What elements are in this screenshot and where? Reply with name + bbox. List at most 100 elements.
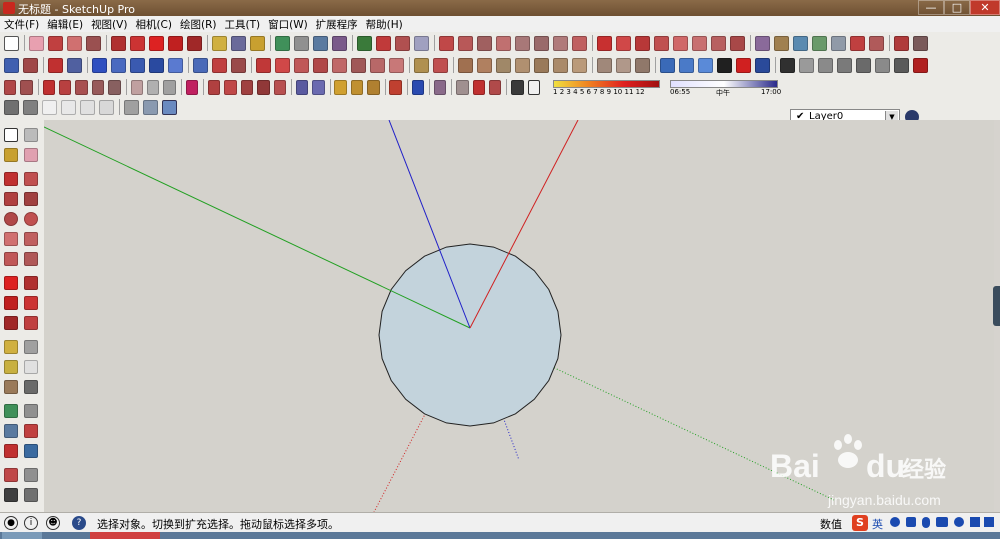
texture-c-icon[interactable] — [635, 57, 650, 73]
edge-tool-e-icon[interactable] — [168, 57, 183, 73]
sandbox-icon[interactable] — [439, 35, 454, 51]
special-c-icon[interactable] — [433, 79, 447, 95]
roof-tool-b-icon[interactable] — [275, 57, 290, 73]
box-c-icon[interactable] — [367, 79, 380, 95]
special-b-icon[interactable] — [411, 79, 425, 95]
circle-icon[interactable] — [4, 212, 18, 226]
menu-camera[interactable]: 相机(C) — [131, 17, 176, 32]
help-icon[interactable]: ? — [72, 516, 86, 530]
text-icon[interactable] — [24, 360, 38, 374]
face-tool-b-icon[interactable] — [477, 57, 492, 73]
zoom-window-icon[interactable] — [24, 424, 38, 438]
style-textured-icon[interactable] — [108, 79, 121, 95]
geo-location-icon[interactable]: ● — [4, 516, 18, 530]
fog-icon[interactable] — [527, 79, 540, 95]
move-icon[interactable] — [149, 35, 164, 51]
punctuation-icon[interactable] — [906, 517, 916, 527]
section-cut-icon[interactable] — [812, 35, 827, 51]
walk-icon[interactable] — [850, 35, 865, 51]
paint-bucket-icon[interactable] — [250, 35, 265, 51]
dimension-icon[interactable] — [24, 340, 38, 354]
edge-tool-d-icon[interactable] — [149, 57, 164, 73]
camera-standard-a-icon[interactable] — [4, 99, 19, 115]
smoove-icon[interactable] — [477, 35, 492, 51]
shadow-time-slider[interactable]: 06:55 中午 17:00 — [670, 79, 781, 97]
orbit-icon[interactable] — [4, 404, 18, 418]
text-icon[interactable] — [231, 35, 246, 51]
zoom-icon[interactable] — [4, 424, 18, 438]
layer-tool-a-icon[interactable] — [207, 79, 221, 95]
section-plane-icon[interactable] — [24, 488, 38, 502]
stair-icon[interactable] — [414, 57, 429, 73]
style-wire-icon[interactable] — [59, 79, 72, 95]
follow-me-icon[interactable] — [24, 296, 38, 310]
freehand-icon[interactable] — [24, 172, 38, 186]
extrude-icon[interactable] — [48, 57, 63, 73]
previous-view-icon[interactable] — [24, 444, 38, 458]
style-hidden-icon[interactable] — [75, 79, 88, 95]
arc-icon[interactable] — [4, 232, 18, 246]
share-model-icon[interactable] — [395, 35, 410, 51]
group-a-icon[interactable] — [295, 79, 309, 95]
3d-text-icon[interactable] — [24, 380, 38, 394]
user-icon[interactable]: ☻ — [46, 516, 60, 530]
style-shaded-icon[interactable] — [91, 79, 105, 95]
select-tool-icon[interactable] — [4, 35, 19, 51]
panel-tray-handle[interactable] — [993, 286, 1000, 326]
keyboard-icon[interactable] — [936, 517, 948, 527]
start-button[interactable] — [2, 532, 42, 539]
texture-a-icon[interactable] — [597, 57, 612, 73]
stop-icon[interactable] — [736, 57, 751, 73]
roof-tool-g-icon[interactable] — [370, 57, 385, 73]
menu-draw[interactable]: 绘图(R) — [176, 17, 221, 32]
plugin-b-icon[interactable] — [913, 35, 928, 51]
menu-extensions[interactable]: 扩展程序 — [312, 17, 362, 32]
pan-icon[interactable] — [294, 35, 309, 51]
sogou-ime-icon[interactable]: S — [852, 515, 868, 531]
sandbox-extra-icon[interactable] — [572, 35, 587, 51]
scale-icon[interactable] — [187, 35, 202, 51]
three-point-arc-icon[interactable] — [4, 252, 18, 266]
layer-tool-b-icon[interactable] — [224, 79, 237, 95]
draw-polygon-extra-icon[interactable] — [654, 35, 669, 51]
curve-icon[interactable] — [67, 57, 82, 73]
face-tool-a-icon[interactable] — [458, 57, 473, 73]
style-back-edges-icon[interactable] — [146, 79, 160, 95]
special-a-icon[interactable] — [389, 79, 402, 95]
warehouse-icon[interactable] — [357, 35, 372, 51]
eraser-icon[interactable] — [24, 148, 38, 162]
select-icon[interactable] — [4, 128, 18, 142]
pencil-icon[interactable] — [48, 35, 63, 51]
protractor-icon[interactable] — [4, 360, 18, 374]
box-a-icon[interactable] — [334, 79, 347, 95]
render-g-icon[interactable] — [894, 57, 909, 73]
viewport-canvas[interactable] — [44, 120, 994, 512]
line-icon[interactable] — [4, 172, 18, 186]
mirror-icon[interactable] — [193, 57, 208, 73]
taskbar-sketchup-item[interactable] — [90, 532, 160, 539]
draw-arc-extra-icon[interactable] — [692, 35, 707, 51]
skin-icon[interactable] — [970, 517, 980, 527]
sub-icon[interactable] — [698, 57, 713, 73]
position-camera-icon[interactable] — [124, 99, 139, 115]
style-mono-icon[interactable] — [130, 79, 143, 95]
render-a-icon[interactable] — [780, 57, 795, 73]
pie-icon[interactable] — [24, 252, 38, 266]
walk-view-icon[interactable] — [143, 99, 158, 115]
sandbox-scratch-icon[interactable] — [458, 35, 473, 51]
add-detail-icon[interactable] — [534, 35, 549, 51]
push-pull-icon[interactable] — [24, 276, 38, 290]
axes-icon[interactable] — [4, 380, 18, 394]
display-section-icon[interactable] — [831, 35, 846, 51]
style-extra-icon[interactable] — [163, 79, 176, 95]
make-component-icon[interactable] — [24, 128, 38, 142]
roof-tool-e-icon[interactable] — [332, 57, 347, 73]
render-b-icon[interactable] — [799, 57, 814, 73]
layer-tool-d-icon[interactable] — [257, 79, 270, 95]
rotate-icon[interactable] — [4, 296, 18, 310]
wall-icon[interactable] — [433, 57, 448, 73]
texture-b-icon[interactable] — [616, 57, 631, 73]
drape-icon[interactable] — [515, 35, 530, 51]
microphone-icon[interactable] — [922, 517, 930, 528]
layer-tool-c-icon[interactable] — [240, 79, 254, 95]
